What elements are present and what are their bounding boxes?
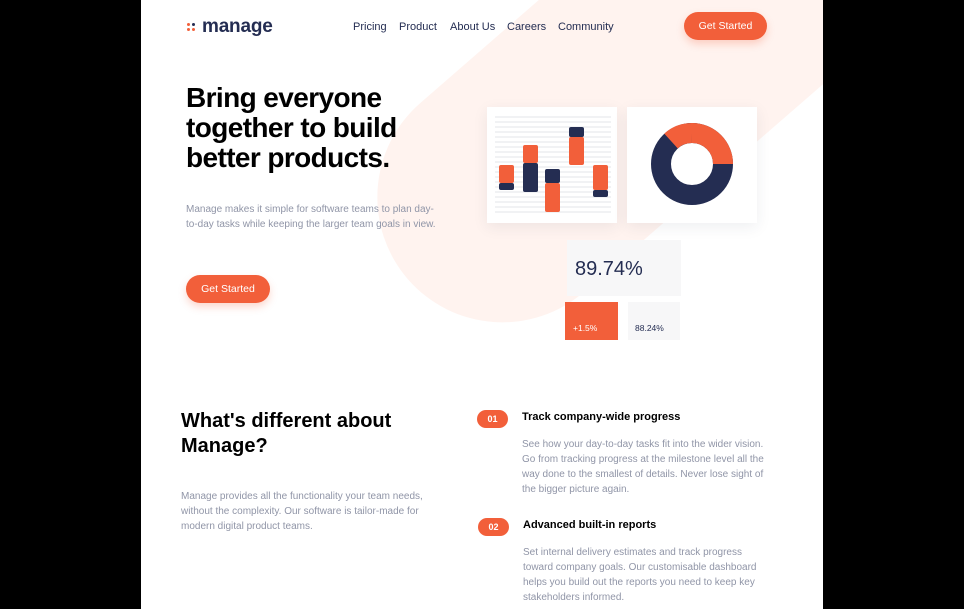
logo[interactable]: manage [187,16,273,38]
nav-about-us[interactable]: About Us [450,21,495,33]
logo-text: manage [202,16,273,37]
nav-community[interactable]: Community [558,21,614,33]
feature-title: Advanced built-in reports [523,519,657,531]
hero-get-started-button[interactable]: Get Started [186,275,270,303]
nav-pricing[interactable]: Pricing [353,21,387,33]
donut-chart-card [627,107,757,223]
stat-secondary-value: 88.24% [635,323,664,333]
features-description: Manage provides all the functionality yo… [181,491,423,532]
donut-chart [651,123,733,205]
floating-bar-chart [495,116,611,213]
landing-page: manage Pricing Product About Us Careers … [141,0,823,609]
stat-card-secondary: 88.24% [628,302,680,340]
feature-description: See how your day-to-day tasks fit into t… [522,439,764,495]
feature-number-badge: 01 [477,410,508,428]
nav-careers[interactable]: Careers [507,21,546,33]
feature-title: Track company-wide progress [522,411,681,423]
hero-title: Bring everyone together to build better … [186,82,397,173]
nav-product[interactable]: Product [399,21,437,33]
stat-card-main: 89.74% [567,240,681,296]
stat-main-value: 89.74% [575,258,643,280]
logo-dots-icon [187,22,196,32]
features-title: What's different about Manage? [181,410,392,457]
bar-chart-card [487,107,617,223]
hero-description: Manage makes it simple for software team… [186,204,436,230]
stat-card-change: +1.5% [565,302,618,340]
stat-change-value: +1.5% [573,323,598,333]
header-get-started-button[interactable]: Get Started [684,12,767,40]
feature-description: Set internal delivery estimates and trac… [523,547,757,603]
feature-number-badge: 02 [478,518,509,536]
